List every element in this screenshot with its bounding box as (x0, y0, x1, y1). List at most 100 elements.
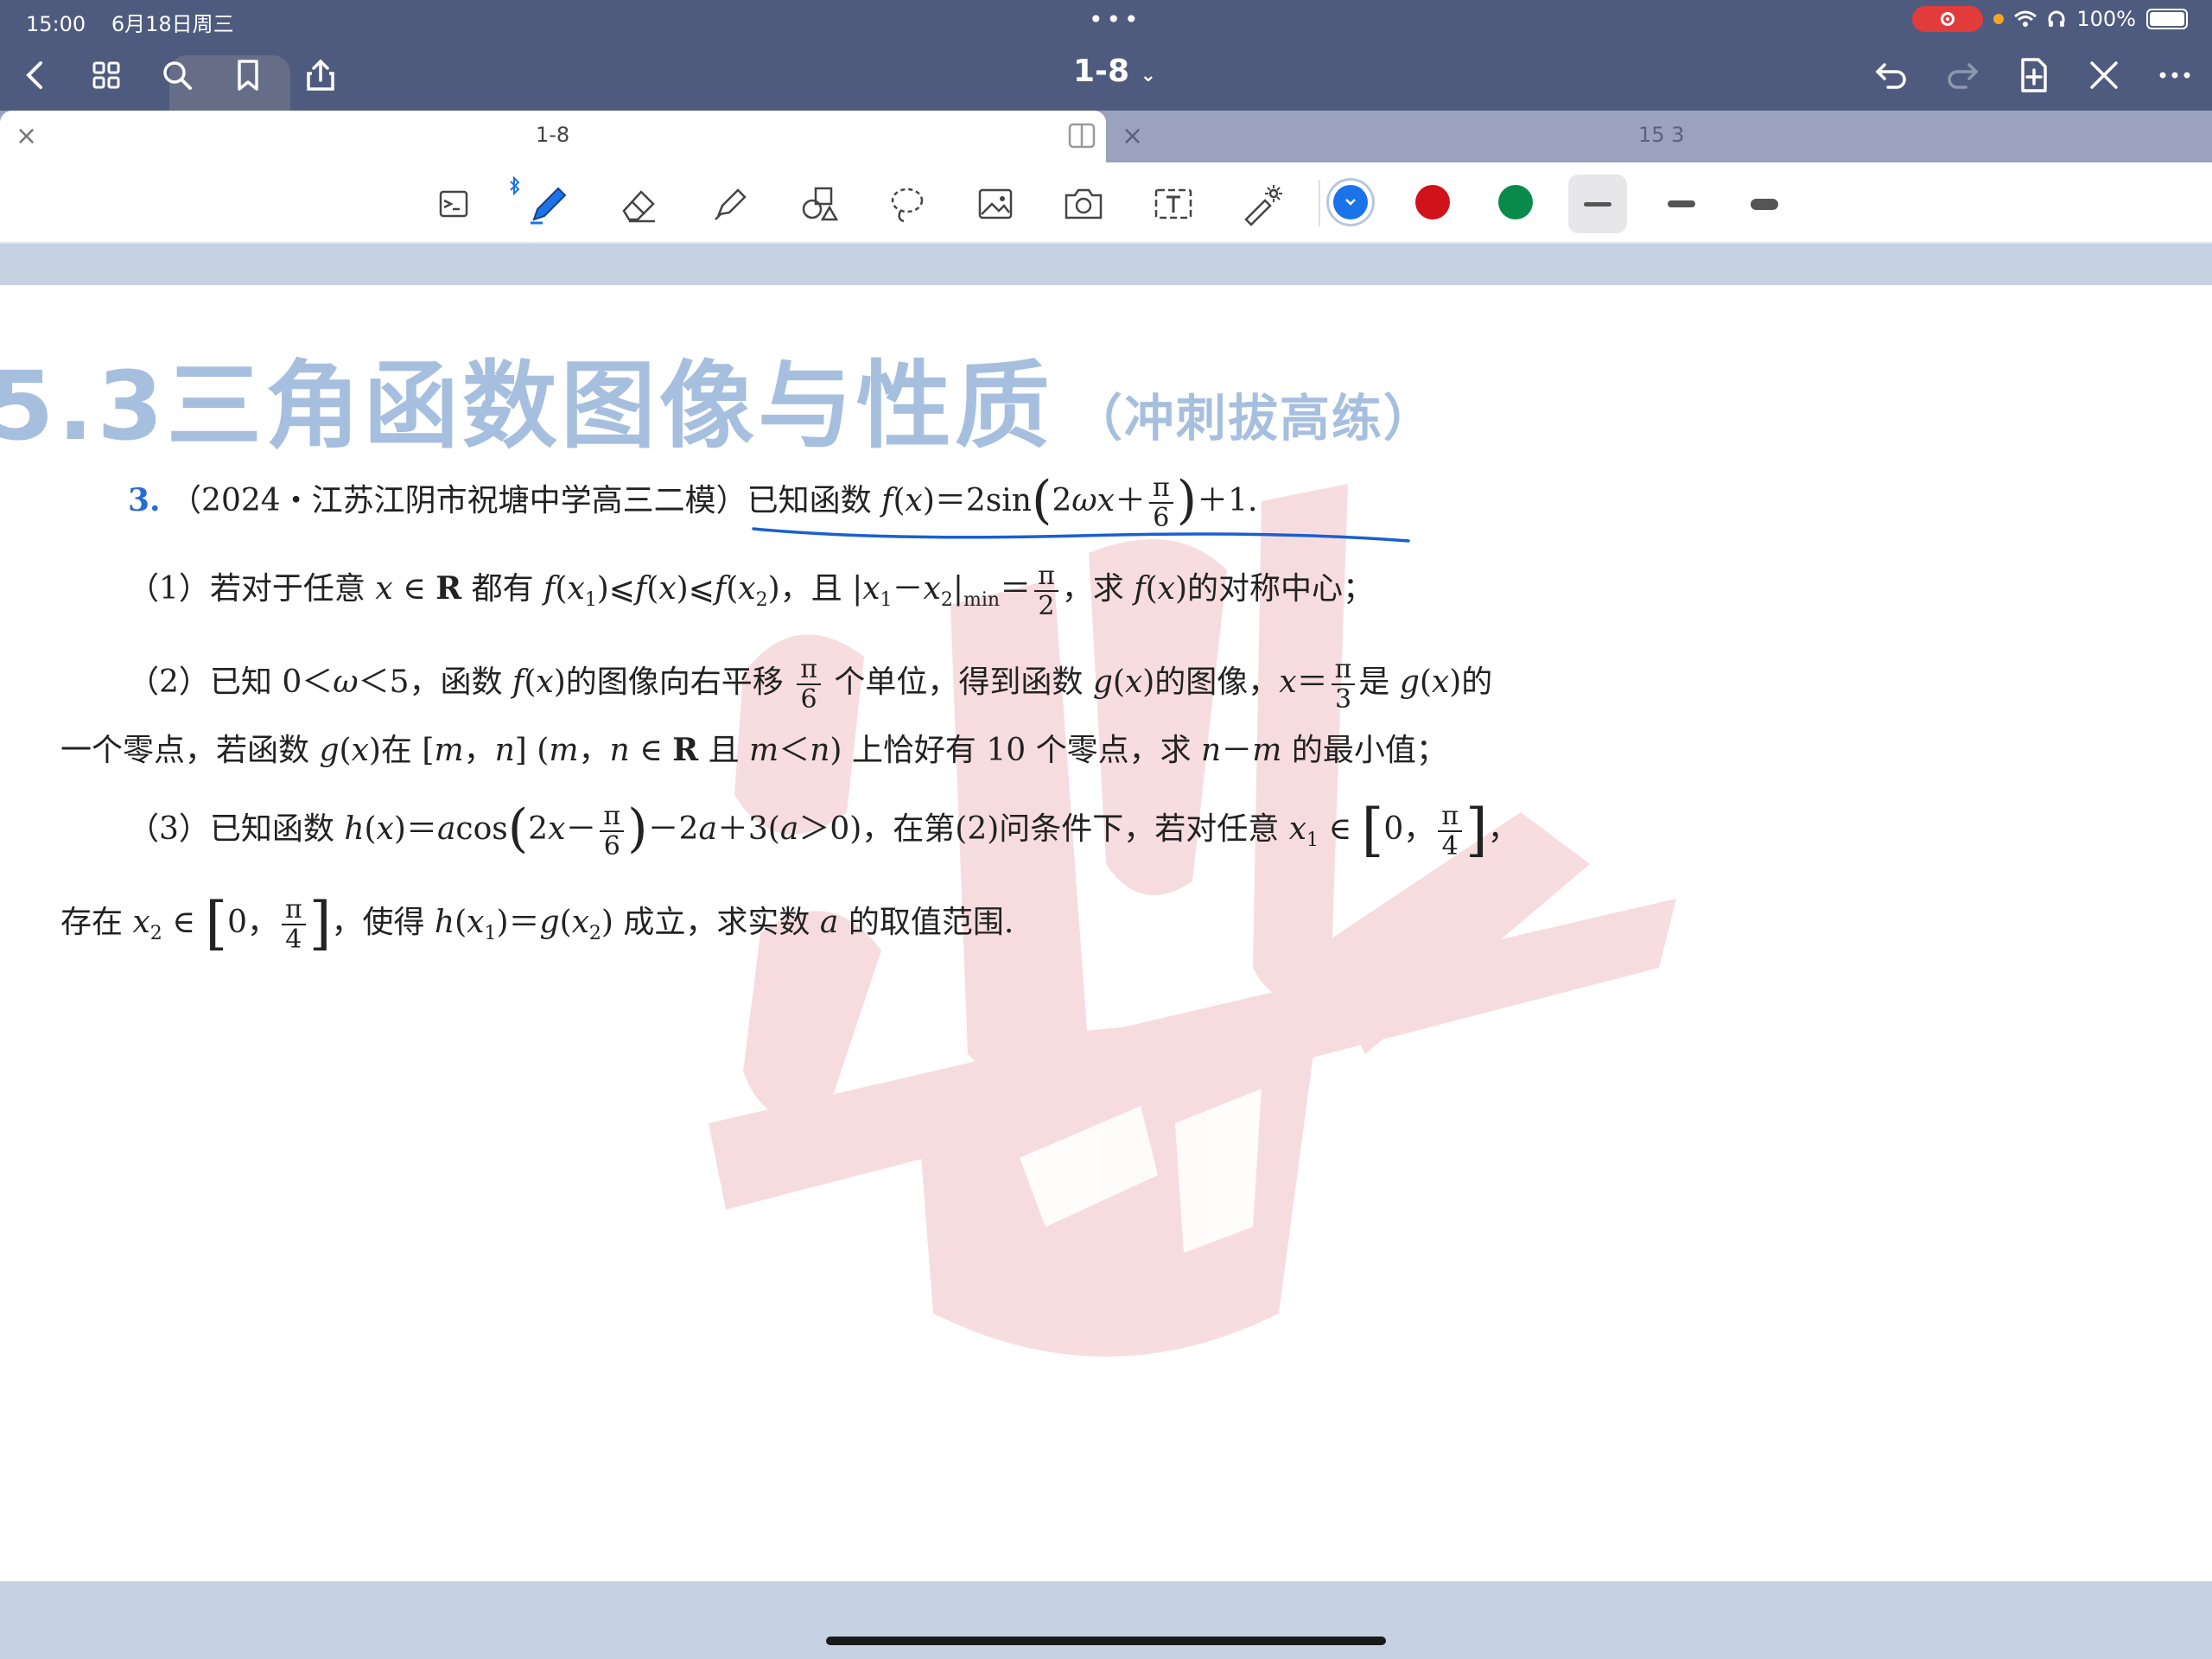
lasso-icon (891, 188, 924, 223)
nav-bar: 1-8 ⌄ (0, 38, 2212, 176)
part-1: （1）若对于任意 x ∈ R 都有 f(x1)⩽f(x)⩽f(x2)，且 |x1… (128, 561, 1375, 621)
status-time: 15:00 (26, 12, 86, 36)
search-button[interactable] (156, 54, 199, 97)
part-2-text: 个单位，得到函数 (834, 664, 1084, 700)
part-3-text: ，在第(2)问条件下，若对任意 (861, 811, 1280, 847)
part-3-line-1: （3）已知函数 h(x)＝acos(2x－ π 6)－2a＋3(a＞0)，在第(2)… (128, 797, 1519, 863)
part-2-text: 上恰好有 10 个零点，求 (851, 733, 1192, 768)
screen-recording-indicator[interactable] (1912, 6, 1984, 32)
text-box-icon (1154, 188, 1192, 219)
home-indicator[interactable] (826, 1637, 1386, 1645)
share-icon (307, 59, 334, 91)
part-2-line-2: 一个零点，若函数 g(x)在 [m，n] (m，n ∈ R 且 m＜n) 上恰好… (60, 732, 1447, 768)
redo-button[interactable] (1941, 54, 1984, 97)
stroke-thick-button[interactable] (1735, 175, 1794, 233)
read-mode-icon (439, 190, 468, 218)
stroke-thin-button[interactable] (1568, 175, 1627, 233)
stroke-thick-icon (1751, 198, 1778, 210)
part-1-text: （1）若对于任意 (128, 571, 365, 607)
redo-icon (1948, 63, 1979, 89)
toolbar-divider (1319, 180, 1320, 226)
highlighter-tool[interactable] (703, 178, 755, 230)
eraser-icon (622, 190, 655, 223)
document-title-menu[interactable]: 1-8 ⌄ (1063, 54, 1166, 89)
document-title: 1-8 (1072, 54, 1130, 89)
camera-icon (1065, 188, 1103, 219)
part-3-text: （3）已知函数 (128, 811, 334, 847)
part-3-line-2: 存在 x2 ∈ [0， π 4]，使得 h(x1)＝g(x2) 成立，求实数 a 的… (60, 890, 1014, 957)
part-3-text: 成立，求实数 (623, 905, 810, 940)
chevron-down-icon (1345, 199, 1356, 206)
back-button[interactable] (14, 54, 57, 97)
part-2-text: 在 (380, 733, 412, 768)
bookmark-icon (238, 60, 258, 91)
wifi-icon (2014, 10, 2037, 27)
document-page[interactable]: 5.3三角函数图像与性质 （冲刺拔高练） 3. （2024・江苏江阴市祝塘中学高三… (0, 285, 2212, 1581)
problem-number: 3. (128, 482, 161, 518)
tab-close-icon[interactable]: × (16, 121, 37, 151)
part-2-line-1: （2）已知 0＜ω＜5，函数 f(x)的图像向右平移 π6 个单位，得到函数 g… (128, 654, 1493, 715)
shapes-tool[interactable] (793, 178, 845, 230)
tab-1-8[interactable]: × 1-8 (0, 111, 1106, 164)
part-2-text: ，函数 (409, 664, 503, 700)
part-2-text: （2）已知 (128, 664, 272, 700)
part-1-text: ，求 (1061, 571, 1124, 607)
part-2-text: 是 (1358, 664, 1390, 700)
bookmark-button[interactable] (226, 54, 270, 97)
stroke-medium-button[interactable] (1652, 175, 1711, 233)
part-3-text: 存在 (60, 905, 124, 940)
laser-pointer-tool[interactable] (1236, 178, 1287, 230)
headphones-icon (2048, 10, 2065, 27)
multitask-dots-icon[interactable]: ••• (1089, 5, 1142, 34)
problem-source: （2024・江苏江阴市祝塘中学高三二模） (170, 483, 747, 518)
search-icon (163, 61, 192, 90)
part-1-text: 都有 (471, 571, 534, 607)
section-subtitle: （冲刺拔高练） (1071, 389, 1435, 448)
page-separator (0, 244, 2212, 285)
undo-button[interactable] (1870, 54, 1913, 97)
part-2-text: 的图像， (1154, 664, 1280, 700)
highlighter-icon (715, 188, 747, 220)
more-options-button[interactable] (2153, 54, 2196, 97)
share-button[interactable] (299, 54, 342, 97)
pen-icon (531, 187, 567, 225)
lasso-tool[interactable] (881, 178, 933, 230)
section-heading: 5.3三角函数图像与性质 （冲刺拔高练） (0, 328, 1435, 467)
status-bar: 15:00 6月18日周三 ••• 100% (0, 0, 2212, 38)
part-1-text: 的对称中心； (1187, 571, 1375, 607)
tab-bar: × 1-8 × 15 3 (0, 111, 2212, 164)
part-3-text: 的取值范围. (848, 905, 1014, 940)
add-page-button[interactable] (2012, 54, 2055, 97)
part-2-text: 一个零点，若函数 (60, 733, 310, 768)
tab-close-icon[interactable]: × (1122, 121, 1143, 151)
grid-view-button[interactable] (85, 54, 128, 97)
chevron-left-icon (26, 61, 42, 89)
split-view-icon[interactable] (1068, 123, 1096, 149)
text-tool[interactable] (1147, 178, 1199, 230)
pen-tool[interactable] (522, 178, 574, 230)
more-icon (2159, 72, 2190, 79)
status-date: 6月18日周三 (111, 12, 234, 36)
pen-annotation-underline (752, 527, 1410, 543)
color-green-swatch[interactable] (1498, 185, 1533, 219)
grid-icon (92, 61, 120, 89)
close-edit-button[interactable] (2082, 54, 2126, 97)
battery-percent: 100% (2076, 7, 2136, 31)
add-page-icon (2021, 58, 2047, 92)
section-title: 5.3三角函数图像与性质 (0, 351, 1053, 461)
annotation-toolbar (0, 162, 2212, 244)
shapes-icon (802, 187, 839, 221)
pen-off-icon (2090, 61, 2118, 89)
battery-icon (2146, 9, 2188, 29)
tab-15-3[interactable]: × 15 3 (1106, 111, 2212, 162)
eraser-tool[interactable] (613, 178, 665, 230)
tab-label: 1-8 (536, 123, 570, 147)
color-red-swatch[interactable] (1415, 185, 1450, 219)
color-blue-swatch[interactable] (1333, 185, 1368, 219)
image-tool[interactable] (969, 178, 1021, 230)
page-separator (0, 1581, 2212, 1659)
camera-tool[interactable] (1058, 178, 1109, 230)
read-mode-tool[interactable] (427, 178, 479, 230)
part-1-text: ，且 (779, 571, 842, 607)
stroke-medium-icon (1668, 200, 1695, 207)
